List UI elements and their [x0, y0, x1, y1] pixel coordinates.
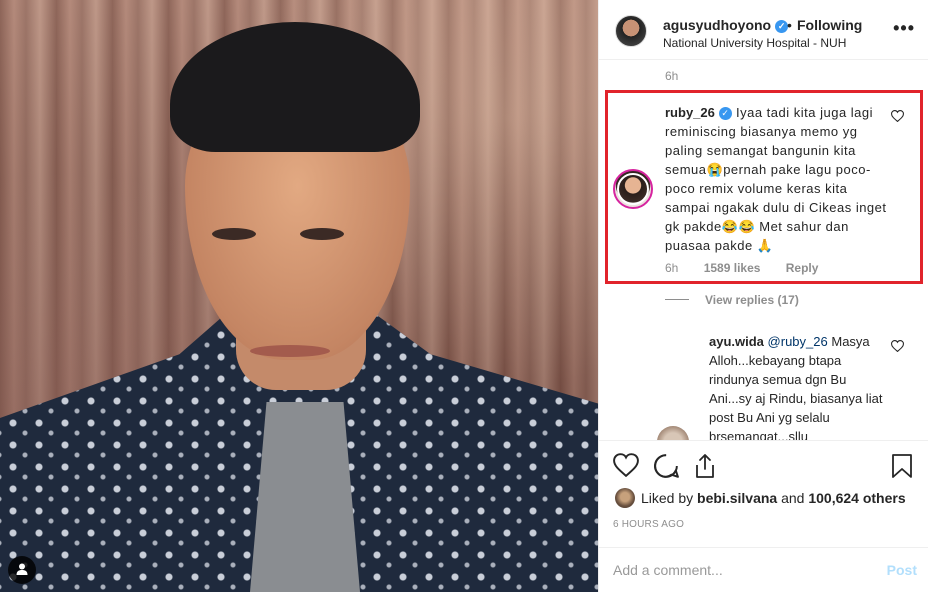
view-replies-button[interactable]: View replies (17)	[665, 293, 799, 307]
separator-dot: •	[787, 17, 792, 33]
comment-meta: 6h 1589 likes Reply	[665, 261, 840, 275]
comment-icon[interactable]	[653, 453, 681, 481]
location-link[interactable]: National University Hospital - NUH	[663, 36, 846, 50]
user-tag-icon[interactable]	[8, 556, 36, 584]
reply-comment: ayu.wida @ruby_26 Masya Alloh...kebayang…	[709, 332, 889, 446]
shirt	[250, 402, 360, 592]
comment-bar: Post	[599, 547, 928, 592]
reply-author[interactable]: ayu.wida	[709, 334, 764, 349]
share-icon[interactable]	[693, 453, 721, 481]
view-replies-label[interactable]: View replies (17)	[705, 293, 799, 307]
reply-like-heart-icon[interactable]	[890, 340, 905, 355]
heart-icon[interactable]	[613, 453, 641, 481]
following-button[interactable]: Following	[797, 17, 862, 33]
liker-username[interactable]: bebi.silvana	[697, 490, 777, 506]
username-text[interactable]: agusyudhoyono	[663, 17, 771, 33]
mouth	[250, 345, 330, 357]
post-comment-button[interactable]: Post	[887, 562, 917, 578]
liker-avatar[interactable]	[615, 488, 635, 508]
commenter-avatar[interactable]	[613, 169, 653, 209]
post-actions	[599, 440, 928, 492]
author-avatar[interactable]	[615, 15, 647, 47]
bookmark-icon[interactable]	[891, 453, 919, 481]
likes-text: Liked by bebi.silvana and 100,624 others	[641, 490, 906, 506]
verified-badge-icon: ✓	[718, 107, 732, 120]
caption-time: 6h	[665, 69, 679, 83]
right-eye	[300, 228, 344, 240]
reply-mention[interactable]: @ruby_26	[768, 334, 828, 349]
reply-body: Masya Alloh...kebayang btapa rindunya se…	[709, 334, 883, 444]
comment-author[interactable]: ruby_26	[665, 105, 715, 120]
replies-line	[665, 299, 689, 300]
comment-body: Iyaa tadi kita juga lagi reminiscing bia…	[665, 105, 887, 253]
likes-others-button[interactable]: 100,624 others	[808, 490, 905, 506]
more-options-icon[interactable]: •••	[893, 18, 915, 39]
comment-likes[interactable]: 1589 likes	[704, 261, 761, 275]
post-header: agusyudhoyono ✓ • Following National Univ…	[599, 0, 928, 60]
likes-prefix: Liked by	[641, 490, 694, 506]
add-comment-input[interactable]	[613, 560, 863, 580]
likes-and: and	[781, 490, 805, 506]
comment-time: 6h	[665, 261, 679, 275]
left-eye	[212, 228, 256, 240]
author-username[interactable]: agusyudhoyono ✓	[663, 17, 789, 33]
posted-time[interactable]: 6 HOURS AGO	[613, 519, 684, 530]
post-side-panel: agusyudhoyono ✓ • Following National Univ…	[598, 0, 928, 592]
post-photo[interactable]	[0, 0, 598, 592]
reply-button[interactable]: Reply	[786, 261, 819, 275]
reply-avatar[interactable]	[657, 426, 689, 440]
comment-like-heart-icon[interactable]	[890, 110, 905, 125]
highlighted-comment: ruby_26 ✓ Iyaa tadi kita juga lagi remini…	[665, 103, 889, 255]
